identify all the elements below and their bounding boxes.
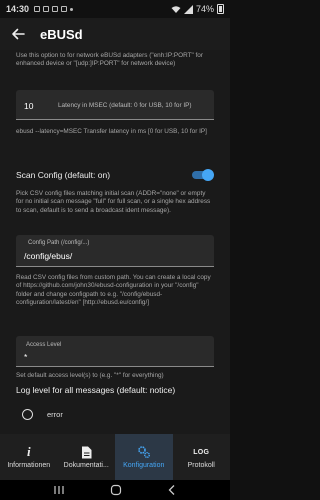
scan-config-toggle[interactable] — [190, 169, 214, 181]
config-path-field[interactable]: Config Path (/config/...) /config/ebus/ — [16, 235, 214, 267]
nav-item-konfiguration[interactable]: Konfiguration — [115, 434, 173, 480]
scan-config-row[interactable]: Scan Config (default: on) — [0, 164, 230, 186]
page-title: eBUSd — [40, 26, 83, 42]
notification-icon — [61, 6, 68, 12]
config-path-help-text: Read CSV config files from custom path. … — [16, 274, 211, 306]
access-level-label: Access Level — [26, 342, 62, 348]
settings-content[interactable]: Use this option to for network eBUSd ada… — [0, 50, 230, 434]
gear-icon — [137, 445, 151, 459]
battery-icon — [217, 4, 224, 14]
nav-label: Protokoll — [187, 462, 215, 469]
scan-config-label: Scan Config (default: on) — [16, 170, 111, 180]
access-level-value[interactable]: * — [24, 352, 27, 362]
status-system-icons: 74% — [171, 4, 224, 14]
status-time: 14:30 — [6, 4, 30, 14]
status-bar: 14:30 74% — [0, 0, 230, 18]
recent-apps-icon[interactable] — [53, 485, 65, 495]
scan-config-help-text: Pick CSV config files matching initial s… — [16, 190, 211, 214]
more-notifications-icon — [70, 7, 74, 11]
latency-field[interactable]: Latency in MSEC (default: 0 for USB, 10 … — [16, 90, 214, 120]
bottom-navigation: i Informationen Dokumentati... Konfigura… — [0, 434, 230, 480]
status-notification-icons — [34, 6, 74, 12]
notification-icon — [52, 6, 59, 12]
latency-value[interactable]: 10 — [24, 101, 33, 111]
battery-percent: 74% — [195, 4, 214, 14]
config-path-label: Config Path (/config/...) — [28, 240, 90, 246]
wifi-icon — [171, 5, 181, 13]
home-icon[interactable] — [110, 484, 122, 496]
app-bar: eBUSd — [0, 18, 230, 50]
notification-icon — [43, 6, 50, 12]
toggle-knob — [202, 169, 214, 181]
radio-button[interactable] — [22, 408, 33, 420]
access-level-field[interactable]: Access Level * — [16, 336, 214, 367]
nav-label: Informationen — [7, 462, 51, 469]
nav-item-dokumentation[interactable]: Dokumentati... — [58, 434, 116, 480]
log-icon: LOG — [193, 448, 210, 456]
document-icon — [81, 445, 92, 459]
nav-item-informationen[interactable]: i Informationen — [0, 434, 58, 480]
nav-label: Konfiguration — [123, 462, 165, 469]
system-back-icon[interactable] — [167, 484, 177, 496]
log-level-option-notice[interactable]: notice — [0, 427, 230, 434]
nav-label: Dokumentati... — [63, 462, 109, 469]
signal-icon — [183, 4, 193, 14]
log-level-title: Log level for all messages (default: not… — [16, 385, 176, 395]
access-level-help-text: Set default access level(s) to (e.g. "*"… — [16, 372, 164, 379]
notification-icon — [34, 6, 41, 12]
latency-help-text: ebusd --latency=MSEC Transfer latency in… — [16, 128, 207, 135]
radio-label: error — [47, 409, 63, 419]
system-navigation-bar — [0, 480, 230, 500]
config-path-value[interactable]: /config/ebus/ — [24, 251, 72, 261]
back-arrow-icon[interactable] — [10, 26, 26, 42]
nav-item-protokoll[interactable]: LOG Protokoll — [173, 434, 231, 480]
info-icon: i — [26, 444, 31, 459]
latency-label: Latency in MSEC (default: 0 for USB, 10 … — [58, 102, 192, 109]
network-help-text: Use this option to for network eBUSd ada… — [16, 52, 203, 68]
log-level-option-error[interactable]: error — [0, 401, 230, 427]
